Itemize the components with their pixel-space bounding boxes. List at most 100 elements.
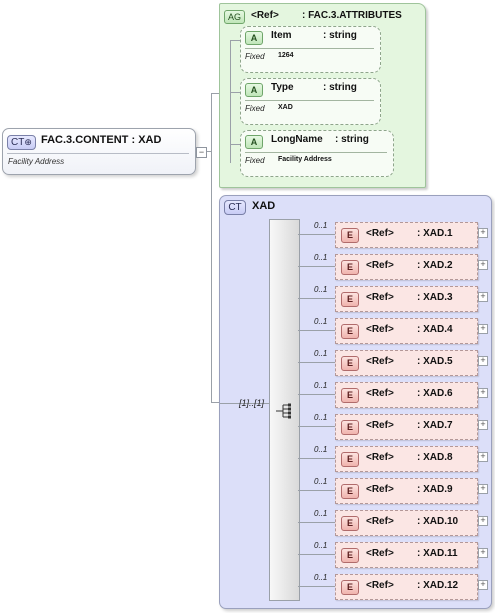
element-connector [298,330,335,331]
plus-circle-icon: ⊕ [24,137,32,147]
expand-icon[interactable]: + [478,324,488,334]
element-box[interactable]: E <Ref>: XAD.5 [335,350,478,376]
element-ref: <Ref> [366,484,394,495]
element-badge: E [341,548,359,563]
element-ref: <Ref> [366,324,394,335]
element-type: : XAD.1 [417,228,453,239]
attribute-badge: A [245,83,263,97]
expand-icon[interactable]: + [478,484,488,494]
expand-icon[interactable]: + [478,356,488,366]
root-title: FAC.3.CONTENT : XAD [41,134,162,146]
element-ref: <Ref> [366,420,394,431]
element-badge: E [341,388,359,403]
element-badge: E [341,420,359,435]
attribute-type-attr[interactable]: A Type : string Fixed XAD [240,78,381,125]
attribute-badge: A [245,135,263,149]
expand-icon[interactable]: + [478,580,488,590]
connector-trunk [211,93,212,403]
element-box[interactable]: E <Ref>: XAD.7 [335,414,478,440]
element-badge: E [341,260,359,275]
element-ref: <Ref> [366,356,394,367]
element-ref: <Ref> [366,548,394,559]
element-cardinality: 0..1 [314,509,328,518]
element-type: : XAD.4 [417,324,453,335]
expand-icon[interactable]: + [478,516,488,526]
element-badge: E [341,292,359,307]
element-box[interactable]: E <Ref>: XAD.12 [335,574,478,600]
expand-icon[interactable]: + [478,292,488,302]
collapse-icon[interactable]: − [196,147,207,158]
ag-connector-2 [230,92,240,93]
element-row: 0..1 E <Ref>: XAD.5 + [220,346,491,378]
element-ref: <Ref> [366,228,394,239]
divider [7,153,189,154]
attribute-type: : string [323,30,357,41]
divider [245,48,374,49]
element-badge: E [341,228,359,243]
complex-type-badge: CT⊕ [7,135,36,150]
fixed-label: Fixed [245,52,265,61]
element-connector [298,298,335,299]
element-row: 0..1 E <Ref>: XAD.7 + [220,410,491,442]
fixed-value: 1264 [278,52,294,59]
attribute-type: : string [335,134,369,145]
expand-icon[interactable]: + [478,260,488,270]
expand-icon[interactable]: + [478,452,488,462]
root-complex-type[interactable]: CT⊕ FAC.3.CONTENT : XAD Facility Address [2,128,196,175]
element-cardinality: 0..1 [314,477,328,486]
element-box[interactable]: E <Ref>: XAD.3 [335,286,478,312]
element-box[interactable]: E <Ref> : XAD.10 [335,510,478,536]
element-cardinality: 0..1 [314,221,328,230]
element-connector [298,426,335,427]
divider [245,152,387,153]
element-cardinality: 0..1 [314,573,328,582]
divider [245,100,374,101]
ag-connector-1 [230,40,240,41]
expand-icon[interactable]: + [478,388,488,398]
element-cardinality: 0..1 [314,253,328,262]
element-box[interactable]: E <Ref> : XAD.1 [335,222,478,248]
attribute-type: : string [323,82,357,93]
attribute-group[interactable]: AG <Ref> : FAC.3.ATTRIBUTES A Item : str… [219,3,426,188]
fixed-label: Fixed [245,156,265,165]
attribute-name: Item [271,30,292,41]
element-box[interactable]: E <Ref>: XAD.4 [335,318,478,344]
element-cardinality: 0..1 [314,413,328,422]
element-box[interactable]: E <Ref>: XAD.6 [335,382,478,408]
element-connector [298,554,335,555]
element-connector [298,522,335,523]
element-cardinality: 0..1 [314,349,328,358]
fixed-value: XAD [278,104,293,111]
element-row: 0..1 E <Ref>: XAD.12 + [220,570,491,602]
element-box[interactable]: E <Ref>: XAD.11 [335,542,478,568]
element-badge: E [341,516,359,531]
attribute-name: LongName [271,134,323,145]
element-box[interactable]: E <Ref>: XAD.2 [335,254,478,280]
expand-icon[interactable]: + [478,420,488,430]
element-type: : XAD.2 [417,260,453,271]
element-cardinality: 0..1 [314,381,328,390]
element-connector [298,394,335,395]
element-row: 0..1 E <Ref> : XAD.1 + [220,218,491,250]
element-type: : XAD.9 [417,484,453,495]
element-cardinality: 0..1 [314,317,328,326]
element-row: 0..1 E <Ref>: XAD.3 + [220,282,491,314]
element-box[interactable]: E <Ref>: XAD.9 [335,478,478,504]
element-type: : XAD.10 [417,516,459,527]
element-row: 0..1 E <Ref>: XAD.8 + [220,442,491,474]
element-connector [298,234,335,235]
element-row: 0..1 E <Ref>: XAD.9 + [220,474,491,506]
attribute-longname[interactable]: A LongName : string Fixed Facility Addre… [240,130,394,177]
element-badge: E [341,452,359,467]
element-cardinality: 0..1 [314,445,328,454]
xad-complex-type[interactable]: CT XAD [1]..[1] 0..1 E <Ref>: XAD.1 +0..1 E <… [219,195,492,609]
element-box[interactable]: E <Ref>: XAD.8 [335,446,478,472]
element-ref: <Ref> [366,516,394,527]
root-documentation: Facility Address [8,157,65,166]
attribute-group-badge: AG [224,10,245,24]
expand-icon[interactable]: + [478,228,488,238]
expand-icon[interactable]: + [478,548,488,558]
element-ref: <Ref> [366,292,394,303]
element-type: : XAD.12 [417,580,459,591]
attribute-item[interactable]: A Item : string Fixed 1264 [240,26,381,73]
